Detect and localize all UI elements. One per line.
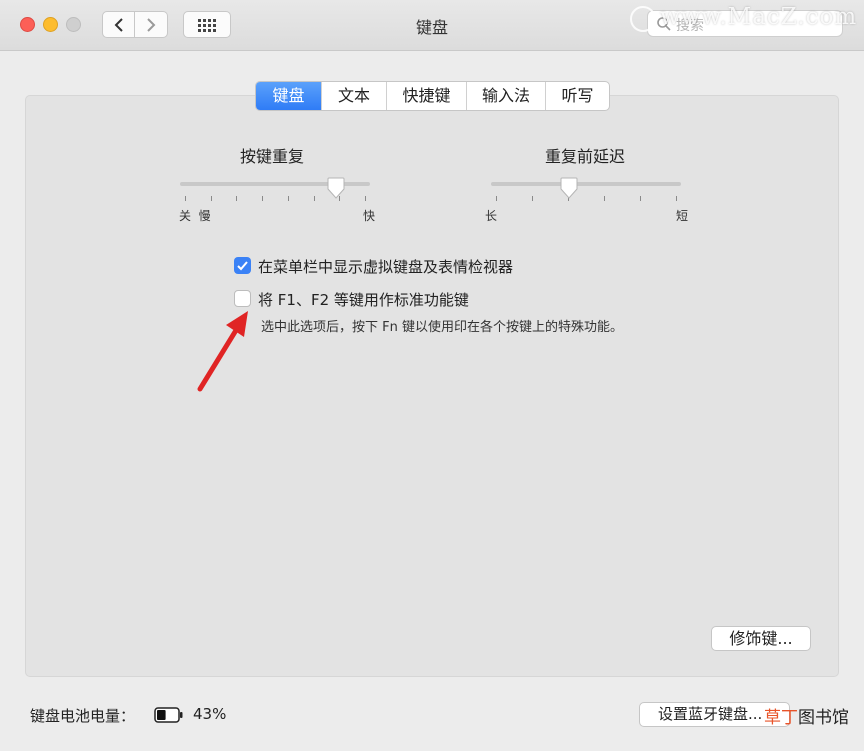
slider-tick <box>287 196 289 201</box>
slider-tick <box>640 196 641 201</box>
show-viewer-checkbox[interactable] <box>234 257 251 274</box>
tab-shortcuts[interactable]: 快捷键 <box>386 82 466 110</box>
annotation-arrow-icon <box>197 311 248 392</box>
battery-label: 键盘电池电量： <box>30 707 136 725</box>
footer-watermark-orange: 草丁 <box>764 708 798 728</box>
tab-keyboard[interactable]: 键盘 <box>256 82 321 110</box>
repeat-delay-title: 重复前延迟 <box>545 147 626 166</box>
slider-tick <box>496 196 497 201</box>
fn-keys-description: 选中此选项后，按下 Fn 键以使用印在各个按键上的特殊功能。 <box>261 320 623 335</box>
key-repeat-right-label: 快 <box>363 209 376 223</box>
repeat-delay-right-label: 短 <box>676 209 689 223</box>
footer-watermark-black: 图书馆 <box>798 708 849 728</box>
tab-input-sources[interactable]: 输入法 <box>466 82 545 110</box>
slider-tick <box>210 196 212 201</box>
key-repeat-left-label: 关 慢 <box>179 209 211 223</box>
slider-tick <box>185 196 186 201</box>
title-bar: 键盘 搜索 www.MacZ.com <box>0 0 864 51</box>
modifier-keys-button[interactable]: 修饰键... <box>711 626 811 651</box>
slider-tick <box>604 196 605 201</box>
battery-percent: 43% <box>193 705 227 723</box>
repeat-delay-left-label: 长 <box>485 209 498 223</box>
repeat-delay-slider-knob[interactable] <box>559 177 579 199</box>
checkmark-icon <box>237 261 248 271</box>
key-repeat-title: 按键重复 <box>240 147 305 166</box>
battery-icon <box>154 707 183 723</box>
slider-tick <box>313 196 315 201</box>
footer-watermark: 草丁图书馆 <box>764 703 849 728</box>
watermark-logo-icon <box>630 6 656 32</box>
slider-tick <box>532 196 533 201</box>
key-repeat-slider-knob[interactable] <box>326 177 346 199</box>
tab-text[interactable]: 文本 <box>321 82 386 110</box>
slider-tick <box>365 196 366 201</box>
keyboard-settings-panel <box>25 95 839 677</box>
tab-dictation[interactable]: 听写 <box>545 82 609 110</box>
fn-keys-label[interactable]: 将 F1、F2 等键用作标准功能键 <box>258 289 469 310</box>
repeat-delay-track[interactable] <box>491 182 681 186</box>
show-viewer-label[interactable]: 在菜单栏中显示虚拟键盘及表情检视器 <box>258 256 513 277</box>
watermark-text: www.MacZ.com <box>660 4 858 30</box>
tab-bar: 键盘 文本 快捷键 输入法 听写 <box>255 81 610 111</box>
slider-tick <box>236 196 238 201</box>
slider-tick <box>676 196 677 201</box>
slider-tick <box>262 196 264 201</box>
